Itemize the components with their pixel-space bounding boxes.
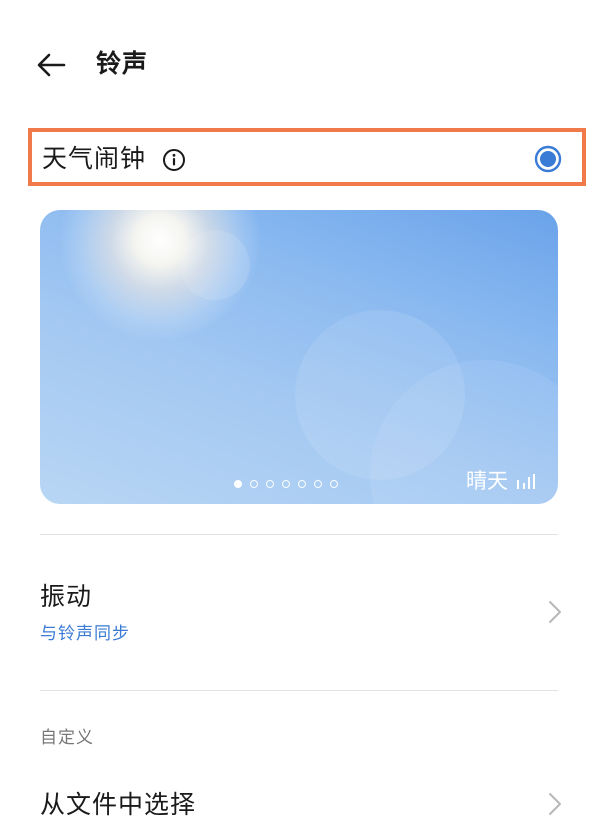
- page-dot[interactable]: [266, 480, 274, 488]
- vibration-title: 振动: [40, 582, 93, 611]
- vibration-row[interactable]: 振动 与铃声同步: [0, 570, 606, 660]
- arrow-left-icon: [37, 53, 66, 77]
- option-label: 天气闹钟: [42, 144, 147, 173]
- chevron-right-icon: [549, 601, 561, 623]
- page-indicator: [234, 478, 338, 490]
- weather-alarm-option[interactable]: 天气闹钟: [28, 128, 586, 186]
- page-dot[interactable]: [314, 480, 322, 488]
- page-title: 铃声: [96, 49, 149, 78]
- page-dot[interactable]: [330, 480, 338, 488]
- vibration-subtitle: 与铃声同步: [40, 624, 130, 644]
- info-circle-icon[interactable]: [162, 148, 186, 172]
- ringtone-page: 铃声 天气闹钟 晴天 振动 与铃声同步 自定义 从文件中选择: [0, 0, 606, 840]
- lens-flare: [180, 230, 250, 300]
- header: 铃声: [0, 30, 606, 100]
- page-dot-active[interactable]: [234, 480, 242, 488]
- signal-bars-icon: [517, 474, 535, 489]
- chevron-right-icon: [549, 793, 561, 815]
- page-dot[interactable]: [250, 480, 258, 488]
- custom-section-label: 自定义: [40, 728, 94, 748]
- choose-from-file-label: 从文件中选择: [40, 790, 197, 819]
- page-dot[interactable]: [298, 480, 306, 488]
- radio-selected-icon[interactable]: [534, 145, 562, 173]
- choose-from-file-row[interactable]: 从文件中选择: [0, 780, 606, 840]
- back-button[interactable]: [34, 48, 68, 82]
- divider: [40, 690, 558, 691]
- weather-preview-card[interactable]: 晴天: [40, 210, 558, 504]
- page-dot[interactable]: [282, 480, 290, 488]
- weather-label: 晴天: [466, 469, 508, 493]
- divider: [40, 534, 558, 535]
- weather-status: 晴天: [466, 466, 536, 496]
